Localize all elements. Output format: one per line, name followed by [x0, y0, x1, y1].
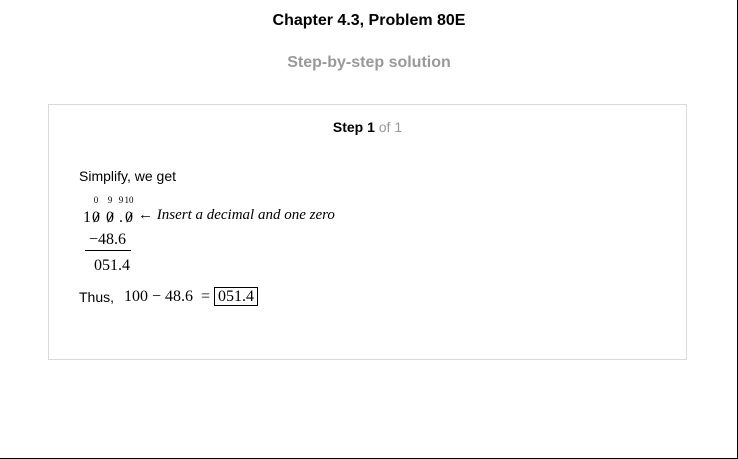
borrow-mark: 9: [107, 195, 113, 205]
annotation-note: ← Insert a decimal and one zero: [138, 207, 335, 224]
subtraction-result: 051.4: [94, 257, 130, 274]
digit-value-struck: 0: [125, 209, 133, 226]
step-header: Step 1 of 1: [49, 119, 686, 135]
digit-value-struck: 0: [92, 209, 100, 226]
step-intro-text: Simplify, we get: [79, 168, 176, 184]
borrow-mark: 0: [93, 195, 99, 205]
digit-tens: 0 0: [92, 195, 100, 227]
subtraction-rule: [85, 250, 131, 251]
digit-hundreds: 1: [83, 209, 91, 227]
solution-card: Step 1 of 1 Simplify, we get 1 0 0 9 0 9…: [48, 104, 687, 360]
borrow-mark: 9: [118, 195, 124, 205]
subtrahend: −48.6: [89, 231, 127, 248]
decimal-point: 9 .: [119, 195, 124, 227]
conclusion-label: Thus,: [79, 289, 115, 305]
page-subtitle: Step-by-step solution: [287, 54, 451, 71]
final-answer-box: 051.4: [214, 287, 259, 306]
borrow-mark: 10: [124, 195, 134, 205]
annotation-text: Insert a decimal and one zero: [156, 207, 335, 223]
step-count: of 1: [378, 119, 403, 135]
step-label: Step 1: [332, 119, 375, 135]
conclusion-expression: 100 − 48.6 =: [124, 288, 211, 305]
conclusion-equation: 100 − 48.6 = 051.4: [124, 287, 259, 306]
digit-ones: 9 0: [106, 195, 114, 227]
digit-value-struck: 0: [106, 209, 114, 226]
digit-tenths: 10 0: [125, 195, 134, 227]
digit-value: 1: [83, 209, 91, 226]
page-title: Chapter 4.3, Problem 80E: [272, 12, 466, 29]
left-arrow-icon: ←: [138, 207, 153, 223]
digit-value: .: [119, 209, 123, 226]
